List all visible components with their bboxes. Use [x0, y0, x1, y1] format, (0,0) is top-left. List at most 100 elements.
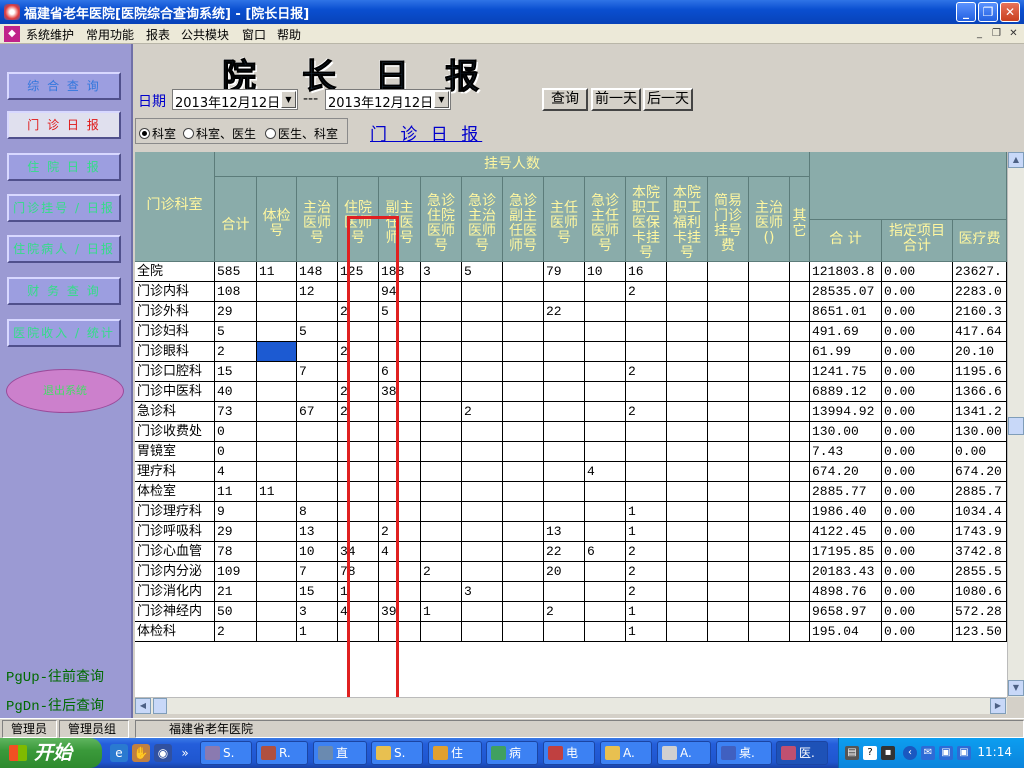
dept-cell[interactable]: 门诊呼吸科	[135, 522, 215, 542]
amount-cell[interactable]: 3742.8	[953, 542, 1007, 562]
count-cell[interactable]: 1	[421, 602, 462, 622]
taskbar-window-button[interactable]: 病	[486, 741, 538, 765]
count-cell[interactable]: 1	[626, 522, 667, 542]
count-cell[interactable]	[585, 322, 626, 342]
count-cell[interactable]	[421, 462, 462, 482]
count-cell[interactable]: 2	[626, 562, 667, 582]
outpatient-daily-link[interactable]: 门 诊 日 报	[370, 120, 482, 145]
count-cell[interactable]: 22	[544, 542, 585, 562]
count-cell[interactable]: 21	[215, 582, 257, 602]
count-cell[interactable]: 20	[544, 562, 585, 582]
count-cell[interactable]	[667, 442, 708, 462]
count-cell[interactable]	[257, 282, 297, 302]
count-cell[interactable]	[544, 442, 585, 462]
count-cell[interactable]	[462, 442, 503, 462]
table-row[interactable]: 门诊眼科 2 2 61.99 0.00 20.10	[135, 342, 1007, 362]
amount-cell[interactable]: 17195.85	[810, 542, 882, 562]
count-cell[interactable]	[338, 442, 379, 462]
scroll-up-icon[interactable]: ▲	[1008, 152, 1024, 168]
amount-cell[interactable]: 2885.7	[953, 482, 1007, 502]
table-row[interactable]: 门诊内科 108 12 94 2 28535.07 0.00 2283.0	[135, 282, 1007, 302]
count-cell[interactable]	[297, 422, 338, 442]
count-cell[interactable]: 10	[585, 262, 626, 282]
count-cell[interactable]	[626, 322, 667, 342]
menu-window[interactable]: 窗口	[242, 26, 266, 43]
count-cell[interactable]	[790, 302, 810, 322]
amount-cell[interactable]: 130.00	[953, 422, 1007, 442]
count-cell[interactable]: 78	[215, 542, 257, 562]
count-cell[interactable]	[749, 482, 790, 502]
scroll-left-icon[interactable]: ◀	[135, 698, 151, 714]
child-close-button[interactable]: ✕	[1006, 27, 1021, 41]
amount-cell[interactable]: 0.00	[882, 422, 953, 442]
count-cell[interactable]: 6	[379, 362, 421, 382]
count-cell[interactable]: 109	[215, 562, 257, 582]
count-cell[interactable]	[257, 422, 297, 442]
sidebar-btn-finance[interactable]: 财 务 查 询	[7, 277, 121, 305]
data-grid[interactable]: 门诊科室 挂号人数 合计 体检号主治 医师号住院 医师号副主 任医 师号 急诊 住院 医师号急诊…	[135, 152, 1007, 698]
count-cell[interactable]	[462, 602, 503, 622]
count-cell[interactable]: 2	[626, 362, 667, 382]
table-row[interactable]: 胃镜室 0 7.43 0.00 0.00	[135, 442, 1007, 462]
count-cell[interactable]: 5	[462, 262, 503, 282]
amount-cell[interactable]: 2855.5	[953, 562, 1007, 582]
count-cell[interactable]	[462, 322, 503, 342]
count-cell[interactable]	[749, 422, 790, 442]
amount-cell[interactable]: 6889.12	[810, 382, 882, 402]
amount-cell[interactable]: 417.64	[953, 322, 1007, 342]
count-cell[interactable]	[379, 462, 421, 482]
count-cell[interactable]	[544, 582, 585, 602]
count-cell[interactable]	[544, 362, 585, 382]
count-cell[interactable]	[257, 622, 297, 642]
count-cell[interactable]	[749, 602, 790, 622]
count-cell[interactable]: 78	[338, 562, 379, 582]
count-cell[interactable]: 2	[462, 402, 503, 422]
sidebar-btn-query[interactable]: 综 合 查 询	[7, 72, 121, 100]
count-cell[interactable]	[503, 522, 544, 542]
count-cell[interactable]	[708, 582, 749, 602]
sidebar-btn-registration[interactable]: 门诊挂号 / 日报	[7, 194, 121, 222]
count-cell[interactable]	[257, 362, 297, 382]
count-cell[interactable]	[790, 522, 810, 542]
dept-cell[interactable]: 门诊外科	[135, 302, 215, 322]
mail-icon[interactable]: ✉	[921, 746, 935, 760]
count-cell[interactable]	[257, 462, 297, 482]
chevron-left-icon[interactable]: ‹	[903, 746, 917, 760]
count-cell[interactable]	[790, 402, 810, 422]
count-cell[interactable]	[503, 602, 544, 622]
menu-report[interactable]: 报表	[146, 26, 170, 43]
count-cell[interactable]	[462, 522, 503, 542]
next-day-button[interactable]: 后一天	[643, 88, 693, 111]
count-cell[interactable]: 39	[379, 602, 421, 622]
network-icon[interactable]: ▣	[939, 746, 953, 760]
count-cell[interactable]	[585, 442, 626, 462]
count-cell[interactable]	[749, 502, 790, 522]
count-cell[interactable]	[667, 302, 708, 322]
restore-button[interactable]: ❐	[978, 2, 998, 22]
amount-cell[interactable]: 2283.0	[953, 282, 1007, 302]
count-cell[interactable]: 7	[297, 562, 338, 582]
count-cell[interactable]: 38	[379, 382, 421, 402]
amount-cell[interactable]: 195.04	[810, 622, 882, 642]
amount-cell[interactable]: 121803.8	[810, 262, 882, 282]
dept-cell[interactable]: 体检科	[135, 622, 215, 642]
count-cell[interactable]	[667, 342, 708, 362]
table-row[interactable]: 体检科 2 1 1 195.04 0.00 123.50	[135, 622, 1007, 642]
count-cell[interactable]	[421, 622, 462, 642]
dept-cell[interactable]: 门诊内分泌	[135, 562, 215, 582]
amount-cell[interactable]: 4122.45	[810, 522, 882, 542]
count-cell[interactable]	[462, 462, 503, 482]
count-cell[interactable]	[257, 602, 297, 622]
dept-cell[interactable]: 门诊理疗科	[135, 502, 215, 522]
count-cell[interactable]	[421, 342, 462, 362]
count-cell[interactable]: 67	[297, 402, 338, 422]
count-cell[interactable]	[708, 322, 749, 342]
count-cell[interactable]	[667, 522, 708, 542]
count-cell[interactable]	[626, 302, 667, 322]
count-cell[interactable]	[749, 582, 790, 602]
count-cell[interactable]	[503, 262, 544, 282]
count-cell[interactable]	[708, 602, 749, 622]
taskbar-window-button[interactable]: 医.	[776, 741, 828, 765]
count-cell[interactable]	[585, 282, 626, 302]
count-cell[interactable]	[462, 502, 503, 522]
